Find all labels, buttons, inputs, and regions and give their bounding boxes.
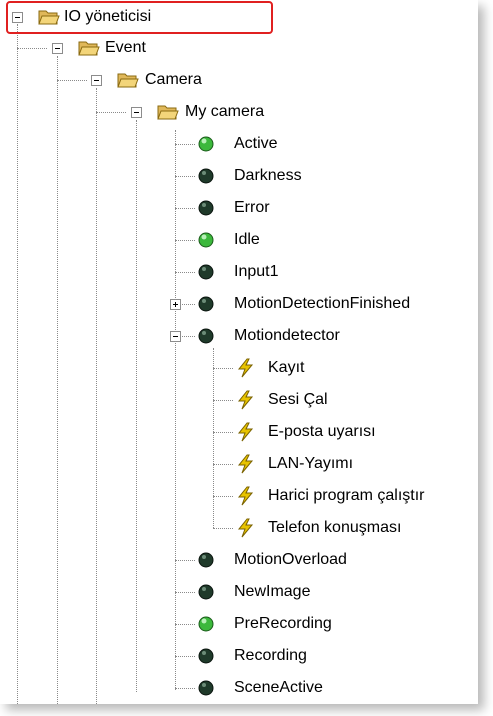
- tree-node-idle[interactable]: Idle: [0, 224, 478, 256]
- tree-node-action-phone-call[interactable]: Telefon konuşması: [0, 512, 478, 544]
- dark-status-icon: [198, 680, 214, 696]
- dark-status-icon: [198, 168, 214, 184]
- collapse-toggle[interactable]: [170, 331, 181, 342]
- tree-node-label: LAN-Yayımı: [268, 455, 354, 472]
- tree-node-motion-overload[interactable]: MotionOverload: [0, 544, 478, 576]
- lightning-icon: [237, 486, 254, 506]
- tree-node-label: Harici program çalıştır: [268, 487, 425, 504]
- tree-node-label: Darkness: [234, 167, 302, 184]
- lightning-icon: [237, 422, 254, 442]
- tree-panel: IO yöneticisi Event Camera My camera Act…: [0, 0, 478, 704]
- tree-node-label: MotionDetectionFinished: [234, 295, 411, 312]
- lightning-icon: [237, 518, 254, 538]
- tree-node-label: E-posta uyarısı: [268, 423, 376, 440]
- tree-node-label: Input1: [234, 263, 279, 280]
- green-status-icon: [198, 232, 214, 248]
- lightning-icon: [237, 390, 254, 410]
- tree-node-new-image[interactable]: NewImage: [0, 576, 478, 608]
- tree-node-camera[interactable]: Camera: [0, 64, 478, 96]
- tree-node-label: Active: [234, 135, 278, 152]
- tree-node-label: Motiondetector: [234, 327, 340, 344]
- tree-node-prerecording[interactable]: PreRecording: [0, 608, 478, 640]
- folder-open-icon: [157, 105, 179, 120]
- tree-node-label: NewImage: [234, 583, 311, 600]
- tree-node-action-email-alert[interactable]: E-posta uyarısı: [0, 416, 478, 448]
- tree-node-label: Camera: [145, 71, 202, 88]
- tree-node-input1[interactable]: Input1: [0, 256, 478, 288]
- dark-status-icon: [198, 296, 214, 312]
- tree-node-label: PreRecording: [234, 615, 332, 632]
- collapse-toggle[interactable]: [52, 43, 63, 54]
- tree-node-label: Event: [105, 39, 146, 56]
- tree-node-label: My camera: [185, 103, 265, 120]
- tree-node-motion-detection-finished[interactable]: MotionDetectionFinished: [0, 288, 478, 320]
- dark-status-icon: [198, 584, 214, 600]
- tree-node-action-record[interactable]: Kayıt: [0, 352, 478, 384]
- tree-node-action-external-program[interactable]: Harici program çalıştır: [0, 480, 478, 512]
- lightning-icon: [237, 358, 254, 378]
- tree-node-event[interactable]: Event: [0, 32, 478, 64]
- io-manager-tree: IO yöneticisi Event Camera My camera Act…: [0, 0, 478, 704]
- collapse-toggle[interactable]: [91, 75, 102, 86]
- tree-node-recording[interactable]: Recording: [0, 640, 478, 672]
- dark-status-icon: [198, 328, 214, 344]
- tree-node-darkness[interactable]: Darkness: [0, 160, 478, 192]
- tree-node-action-lan-broadcast[interactable]: LAN-Yayımı: [0, 448, 478, 480]
- tree-node-action-play-sound[interactable]: Sesi Çal: [0, 384, 478, 416]
- tree-node-label: Idle: [234, 231, 260, 248]
- collapse-toggle[interactable]: [131, 107, 142, 118]
- dark-status-icon: [198, 552, 214, 568]
- tree-node-label: Recording: [234, 647, 307, 664]
- tree-node-scene-active[interactable]: SceneActive: [0, 672, 478, 704]
- tree-node-active[interactable]: Active: [0, 128, 478, 160]
- lightning-icon: [237, 454, 254, 474]
- folder-open-icon: [117, 73, 139, 88]
- expand-toggle[interactable]: [170, 299, 181, 310]
- green-status-icon: [198, 616, 214, 632]
- dark-status-icon: [198, 648, 214, 664]
- dark-status-icon: [198, 200, 214, 216]
- folder-open-icon: [78, 41, 100, 56]
- tree-node-label: Kayıt: [268, 359, 305, 376]
- tree-node-label: SceneActive: [234, 679, 323, 696]
- green-status-icon: [198, 136, 214, 152]
- tree-node-label: Sesi Çal: [268, 391, 328, 408]
- dark-status-icon: [198, 264, 214, 280]
- tree-node-motiondetector[interactable]: Motiondetector: [0, 320, 478, 352]
- highlight-frame: [6, 1, 273, 34]
- tree-node-error[interactable]: Error: [0, 192, 478, 224]
- tree-node-my-camera[interactable]: My camera: [0, 96, 478, 128]
- tree-node-label: Error: [234, 199, 270, 216]
- tree-node-label: MotionOverload: [234, 551, 347, 568]
- tree-node-label: Telefon konuşması: [268, 519, 402, 536]
